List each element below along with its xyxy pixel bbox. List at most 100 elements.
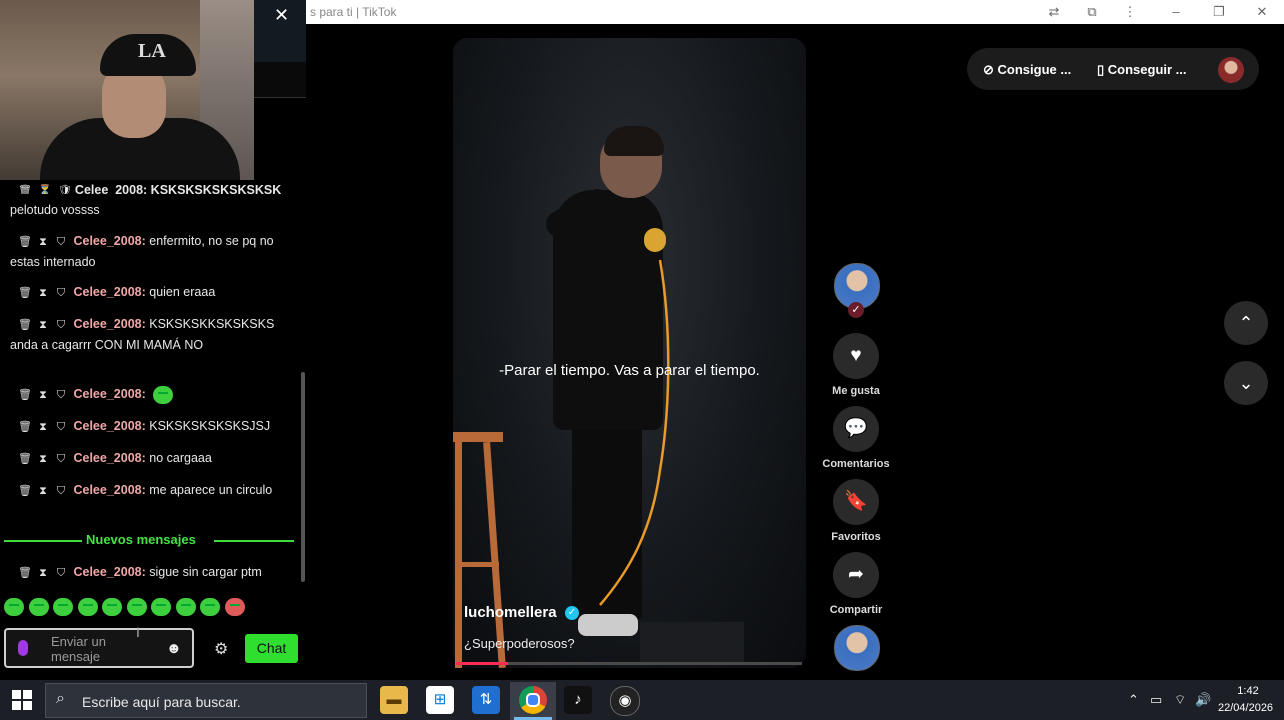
timeout-icon[interactable]: ⧗ — [34, 283, 52, 303]
delete-icon[interactable]: 🗑 — [16, 481, 34, 501]
delete-icon[interactable]: 🗑 — [16, 232, 34, 252]
chat-message: 🗑 ⧗ ⛉ Celee_2008: sigue sin cargar ptm — [10, 562, 290, 583]
timeout-icon[interactable]: ⧗ — [34, 232, 52, 252]
video-subtitle: -Parar el tiempo. Vas a parar el tiempo. — [499, 362, 760, 379]
chat-username[interactable]: Celee_2008: — [73, 317, 145, 331]
chrome-icon[interactable] — [519, 686, 547, 714]
windows-start-icon[interactable] — [12, 690, 32, 710]
delete-icon[interactable]: 🗑 — [16, 315, 34, 335]
favorites-button[interactable]: 🔖 — [833, 479, 879, 525]
timeout-icon[interactable]: ⧗ — [34, 315, 52, 335]
timeout-icon[interactable]: ⧗ — [34, 563, 52, 583]
timeout-icon[interactable]: ⧗ — [34, 481, 52, 501]
chat-username[interactable]: Celee_2008: — [73, 565, 145, 579]
chat-message-partial: 🗑 ⏳ 🛡 Celee_2008: KSKSKSKSKSKSKSK — [18, 182, 288, 194]
favorites-label: Favoritos — [831, 531, 881, 543]
close-icon[interactable]: ✕ — [274, 5, 289, 26]
chat-username[interactable]: Celee_2008: — [73, 285, 145, 299]
emote-1-icon[interactable] — [4, 598, 24, 616]
tray-chevron-icon[interactable]: ⌃ — [1128, 692, 1139, 708]
emote-8-icon[interactable] — [175, 598, 196, 616]
like-button[interactable]: ♥ — [833, 333, 879, 379]
volume-icon[interactable]: 🔊 — [1195, 692, 1211, 708]
emote-2-icon[interactable] — [28, 598, 49, 616]
mod-shield-icon[interactable]: ⛉ — [52, 385, 70, 405]
settings-icon[interactable]: ⚙ — [214, 639, 228, 659]
chat-button[interactable]: Chat — [245, 634, 298, 663]
get-app-button[interactable]: ▯ Conseguir ... — [1097, 62, 1187, 78]
mod-shield-icon[interactable]: ⛉ — [52, 315, 70, 335]
emote-10-icon[interactable] — [224, 598, 245, 616]
file-explorer-icon[interactable]: ▬ — [380, 686, 408, 714]
chat-message: pelotudo vossss — [10, 203, 100, 217]
search-icon: ⌕ — [56, 690, 65, 707]
chat-username[interactable]: Celee_2008: — [73, 483, 145, 497]
delete-icon[interactable]: 🗑 — [16, 563, 34, 583]
chat-text: sigue sin cargar ptm — [149, 565, 262, 579]
emote-5-icon[interactable] — [102, 598, 122, 616]
chat-username[interactable]: Celee_2008: — [73, 387, 145, 401]
chat-text: KSKSKSKSKSKSJSJ — [149, 419, 271, 433]
creator-name[interactable]: luchomellera — [464, 604, 557, 621]
panel-subheader — [254, 62, 306, 98]
emote-9-icon[interactable] — [200, 598, 220, 616]
mic-icon[interactable] — [18, 640, 28, 656]
chat-scrollbar[interactable] — [301, 372, 305, 582]
webcam-feed: LA — [0, 0, 254, 188]
heart-icon: ♥ — [850, 345, 862, 366]
previous-video-button[interactable]: ⌃ — [1224, 301, 1268, 345]
comments-button[interactable]: 💬 — [833, 406, 879, 452]
timeout-icon[interactable]: ⧗ — [34, 385, 52, 405]
mod-shield-icon[interactable]: ⛉ — [52, 232, 70, 252]
clock-time[interactable]: 1:42 — [1234, 685, 1262, 697]
mod-shield-icon[interactable]: ⛉ — [52, 449, 70, 469]
delete-icon[interactable]: 🗑 — [16, 449, 34, 469]
transfer-app-icon[interactable]: ⇅ — [472, 686, 500, 714]
new-messages-label: Nuevos mensajes — [86, 532, 196, 547]
timeout-icon[interactable]: ⧗ — [34, 417, 52, 437]
mod-shield-icon[interactable]: ⛉ — [52, 563, 70, 583]
taskbar-search-text[interactable]: Escribe aquí para buscar. — [82, 694, 241, 710]
timeout-icon[interactable]: ⧗ — [34, 449, 52, 469]
chat-username[interactable]: Celee_2008: — [73, 451, 145, 465]
emote-7-icon[interactable] — [151, 598, 171, 616]
delete-icon[interactable]: 🗑 — [16, 385, 34, 405]
profile-avatar[interactable] — [1218, 57, 1244, 83]
mod-shield-icon[interactable]: ⛉ — [52, 481, 70, 501]
delete-icon[interactable]: 🗑 — [16, 417, 34, 437]
green-emote-icon — [153, 385, 174, 404]
chevron-down-icon: ⌄ — [1238, 373, 1254, 393]
close-window-icon[interactable]: ✕ — [1251, 3, 1273, 21]
restore-icon[interactable]: ❐ — [1208, 3, 1230, 21]
get-coins-button[interactable]: ⊘ Consigue ... — [983, 62, 1071, 78]
follow-check-icon[interactable]: ✓ — [848, 302, 864, 318]
next-video-button[interactable]: ⌄ — [1224, 361, 1268, 405]
translate-icon[interactable]: ⇄ — [1043, 3, 1065, 21]
emote-3-icon[interactable] — [53, 598, 73, 616]
mic-cable — [599, 259, 670, 606]
mod-shield-icon[interactable]: ⛉ — [52, 283, 70, 303]
chat-text: me aparece un circulo — [149, 483, 273, 497]
chat-message: 🗑 ⧗ ⛉ Celee_2008: no cargaaa — [10, 448, 290, 469]
emote-4-icon[interactable] — [77, 598, 98, 616]
store-icon[interactable]: ⊞ — [426, 686, 454, 714]
delete-icon[interactable]: 🗑 — [16, 283, 34, 303]
extensions-icon[interactable]: ⧉ — [1081, 3, 1103, 21]
cap-logo: LA — [138, 40, 166, 62]
emote-6-icon[interactable] — [126, 598, 147, 616]
sound-avatar[interactable] — [834, 625, 880, 671]
clock-date[interactable]: 22/04/2026 — [1218, 702, 1273, 714]
share-button[interactable]: ➦ — [833, 552, 879, 598]
wifi-icon[interactable]: ⌔ — [1174, 692, 1186, 708]
menu-dots-icon[interactable]: ⋮ — [1119, 3, 1141, 21]
battery-icon[interactable]: ▭ — [1150, 692, 1162, 708]
chat-username[interactable]: Celee_2008: — [73, 419, 145, 433]
emoji-icon[interactable]: ☻ — [166, 640, 182, 657]
chat-username[interactable]: Celee_2008: — [73, 234, 145, 248]
tiktok-icon[interactable]: ♪ — [564, 686, 592, 714]
comments-label: Comentarios — [822, 458, 890, 470]
mod-shield-icon[interactable]: ⛉ — [52, 417, 70, 437]
minimize-icon[interactable]: – — [1165, 3, 1187, 21]
chat-text: no cargaaa — [149, 451, 212, 465]
obs-icon[interactable]: ◉ — [610, 686, 640, 716]
